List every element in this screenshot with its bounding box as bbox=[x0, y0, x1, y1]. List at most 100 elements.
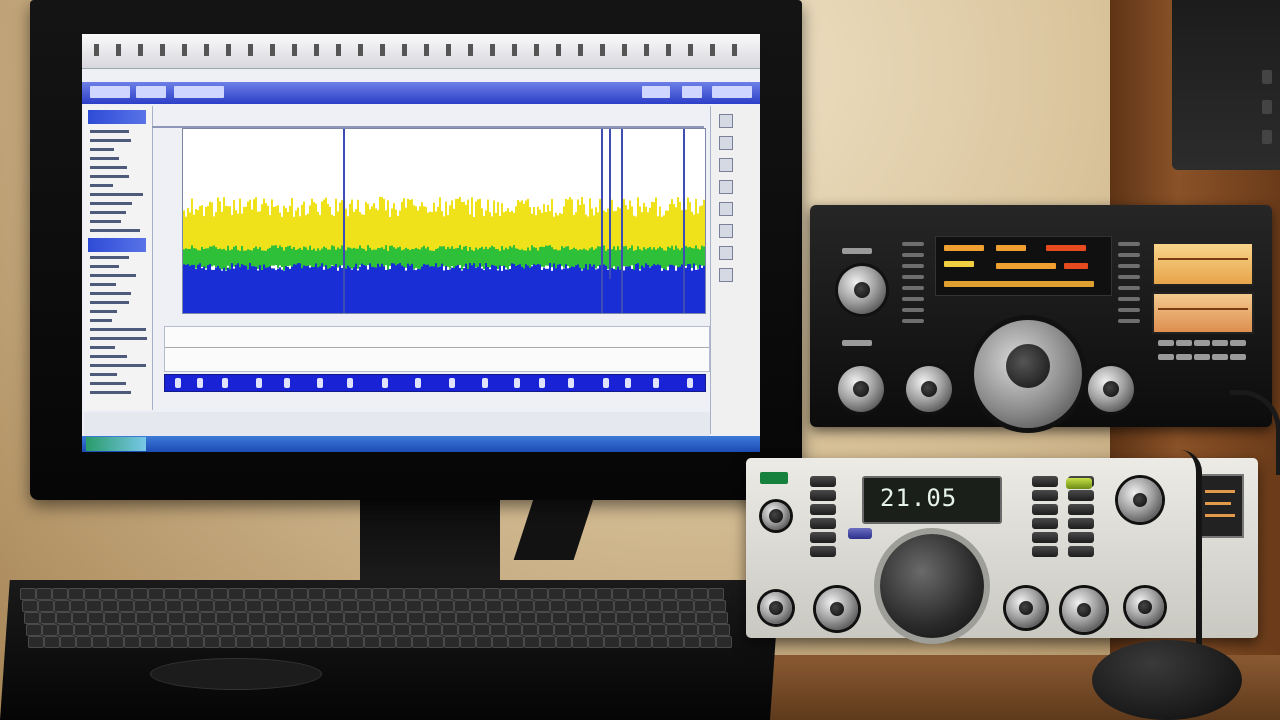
spectrum-stripe bbox=[539, 209, 541, 251]
spectrum-stripe bbox=[345, 250, 347, 271]
spectrum-stripe bbox=[327, 268, 329, 313]
spectrum-stripe bbox=[611, 249, 613, 270]
spectrum-stripe bbox=[247, 269, 249, 313]
spectrum-stripe bbox=[465, 263, 467, 313]
decoder-text-bar[interactable] bbox=[164, 374, 706, 392]
spectrum-stripe bbox=[465, 245, 467, 266]
spectrum-stripe bbox=[391, 245, 393, 266]
keyboard-key bbox=[184, 612, 200, 624]
spectrum-stripe bbox=[631, 245, 633, 266]
frequency-readout: 21.05 bbox=[880, 484, 958, 512]
spectrum-stripe bbox=[455, 266, 457, 313]
keyboard-key bbox=[148, 588, 164, 600]
spectrum-stripe bbox=[479, 198, 481, 251]
knob-center bbox=[1138, 600, 1152, 614]
keyboard-key bbox=[330, 624, 346, 636]
spectrum-stripe bbox=[393, 203, 395, 251]
keyboard-key bbox=[118, 600, 134, 612]
computer-mouse[interactable] bbox=[1092, 640, 1242, 720]
spectrum-stripe bbox=[229, 250, 231, 271]
spectrum-stripe bbox=[209, 246, 211, 267]
app-toolbar[interactable] bbox=[82, 34, 760, 69]
spectrum-stripe bbox=[387, 269, 389, 313]
spectrum-stripe bbox=[567, 199, 569, 251]
keyboard-key bbox=[452, 588, 468, 600]
spectrum-stripe bbox=[615, 269, 617, 313]
spectrum-stripe bbox=[691, 248, 693, 269]
taskbar[interactable] bbox=[82, 436, 760, 452]
power-led-icon[interactable] bbox=[760, 472, 788, 484]
panel-text-line bbox=[90, 256, 129, 259]
spectrum-stripe bbox=[199, 263, 201, 313]
keyboard-key bbox=[716, 636, 732, 648]
spectrum-stripe bbox=[233, 200, 235, 251]
spectrum-stripe bbox=[205, 206, 207, 251]
panel-text-line bbox=[90, 364, 147, 367]
spectrum-stripe bbox=[207, 206, 209, 251]
spectrum-stripe bbox=[329, 249, 331, 270]
spectrum-stripe bbox=[217, 265, 219, 313]
keyboard-key bbox=[132, 588, 148, 600]
left-control-panel[interactable] bbox=[84, 106, 153, 410]
spectrum-stripe bbox=[313, 267, 315, 313]
keyboard-key bbox=[422, 600, 438, 612]
spectrum-stripe bbox=[249, 263, 251, 313]
spectrum-stripe bbox=[547, 204, 549, 251]
waterfall-display[interactable] bbox=[182, 128, 706, 314]
keyboard-key bbox=[236, 636, 252, 648]
spectrum-stripe bbox=[233, 246, 235, 267]
keyboard-key bbox=[214, 600, 230, 612]
spectrum-stripe bbox=[247, 249, 249, 270]
spectrum-stripe bbox=[655, 265, 657, 313]
keyboard-key bbox=[52, 588, 68, 600]
keyboard-key bbox=[280, 612, 296, 624]
keyboard-key bbox=[372, 588, 388, 600]
spectrum-stripe bbox=[631, 206, 633, 251]
spectrum-stripe bbox=[269, 247, 271, 268]
keyboard-key bbox=[260, 588, 276, 600]
spectrum-stripe bbox=[195, 269, 197, 313]
spectrum-stripe bbox=[541, 246, 543, 267]
spectrum-stripe bbox=[261, 270, 263, 313]
spectrum-stripe bbox=[225, 205, 227, 251]
keyboard-key bbox=[282, 624, 298, 636]
spectrum-stripe bbox=[701, 267, 703, 313]
tuning-dial-icon[interactable] bbox=[880, 534, 984, 638]
spectrum-stripe bbox=[513, 263, 515, 313]
spectrum-stripe bbox=[421, 266, 423, 313]
toolbar-tick bbox=[226, 44, 231, 56]
panel-text-line bbox=[90, 319, 112, 322]
side-button bbox=[719, 136, 733, 150]
spectrum-stripe bbox=[687, 197, 689, 251]
spectrum-stripe bbox=[247, 201, 249, 251]
right-control-panel[interactable] bbox=[710, 106, 759, 434]
spectrum-stripe bbox=[631, 268, 633, 313]
toolbar-tick bbox=[182, 44, 187, 56]
keyboard-keys[interactable] bbox=[20, 588, 740, 648]
panel-text-line bbox=[90, 229, 140, 232]
keyboard-key bbox=[298, 624, 314, 636]
spectrum-stripe bbox=[551, 247, 553, 268]
small-button bbox=[842, 248, 872, 254]
spectrum-stripe bbox=[391, 263, 393, 313]
slat-button bbox=[902, 264, 924, 268]
spectrum-stripe bbox=[205, 269, 207, 313]
spectrum-stripe bbox=[441, 211, 443, 251]
app-title-bar[interactable] bbox=[82, 82, 760, 104]
side-button bbox=[719, 114, 733, 128]
keyboard-key bbox=[124, 636, 140, 648]
panel-button bbox=[1068, 546, 1094, 557]
keyboard-key bbox=[68, 588, 84, 600]
keyboard-key bbox=[332, 636, 348, 648]
keyboard-key bbox=[488, 612, 504, 624]
spectrum-stripe bbox=[281, 269, 283, 313]
signal-trace[interactable] bbox=[164, 326, 710, 372]
spectrum-stripe bbox=[351, 199, 353, 251]
keyboard-key bbox=[166, 600, 182, 612]
taskbar-thumbnail[interactable] bbox=[86, 437, 146, 451]
spectrum-stripe bbox=[639, 206, 641, 251]
keyboard-key bbox=[86, 600, 102, 612]
spectrum-stripe bbox=[551, 270, 553, 313]
spectrum-stripe bbox=[475, 267, 477, 313]
spectrum-stripe bbox=[669, 203, 671, 251]
